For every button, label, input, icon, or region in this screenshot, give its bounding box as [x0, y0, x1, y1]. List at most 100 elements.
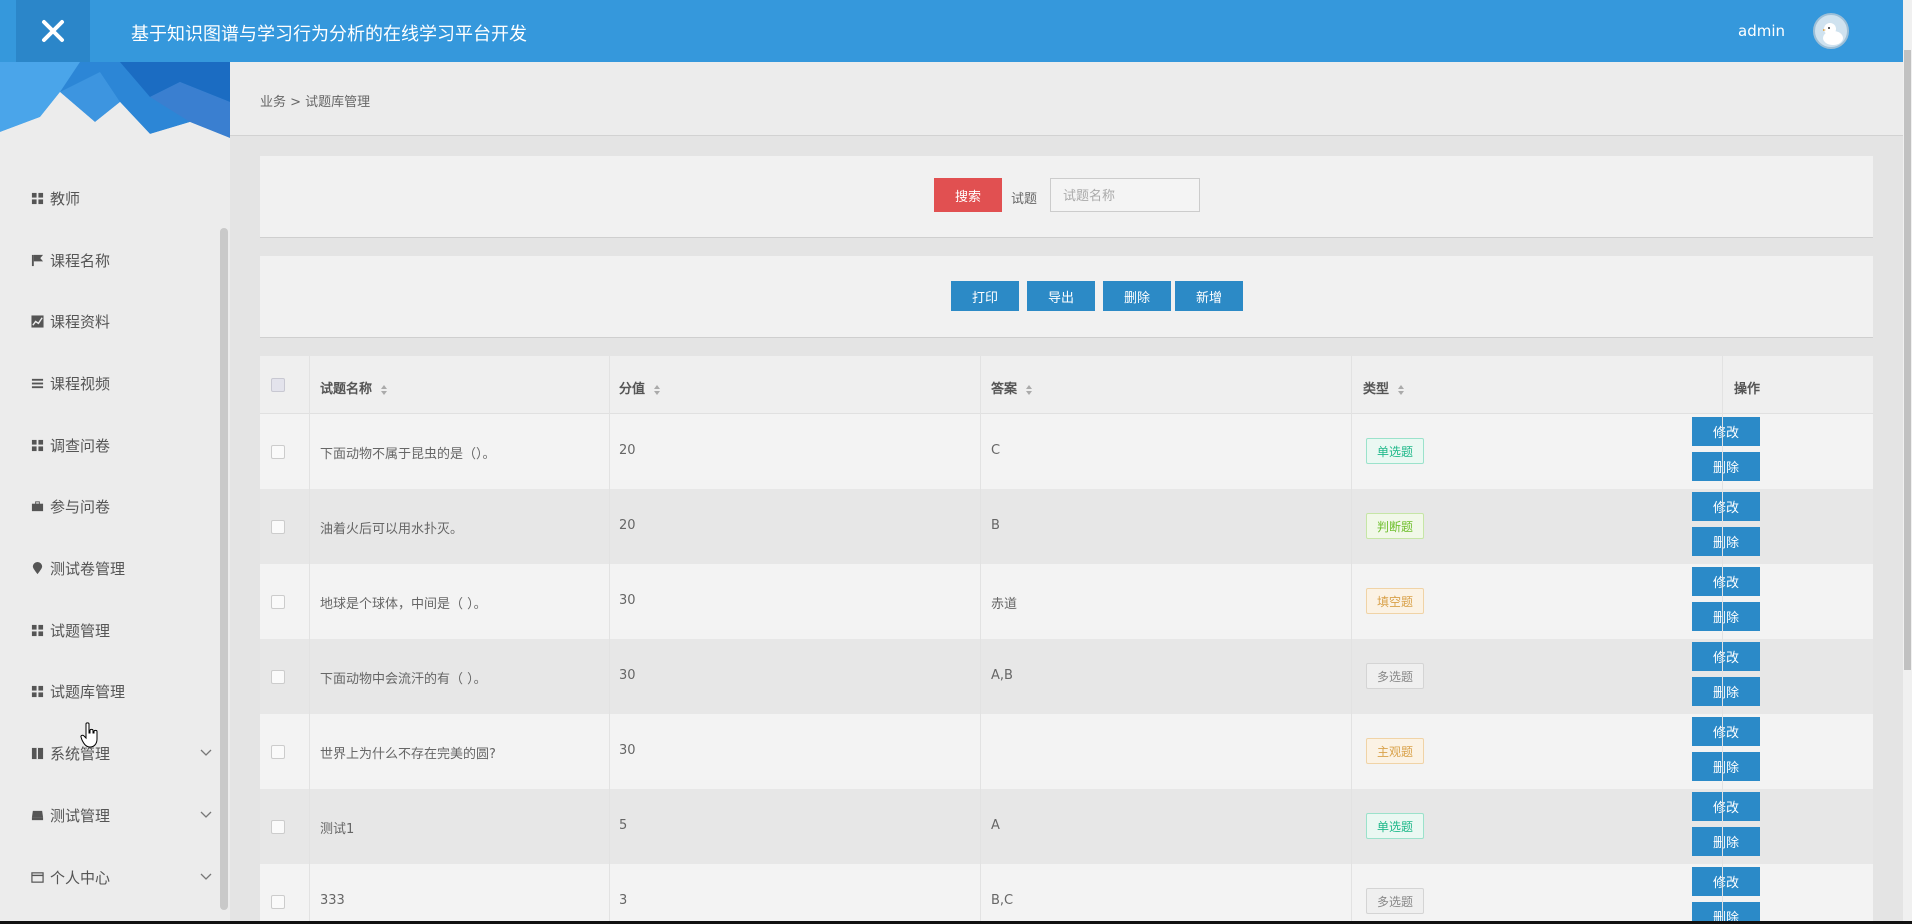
- sidebar-item-label: 调查问卷: [50, 436, 111, 455]
- type-tag: 多选题: [1366, 888, 1425, 914]
- edit-button[interactable]: 修改: [1692, 792, 1760, 821]
- row-delete-button[interactable]: 删除: [1692, 752, 1760, 781]
- select-all-checkbox[interactable]: [271, 378, 285, 392]
- row-checkbox[interactable]: [271, 595, 285, 609]
- answer-cell: A: [991, 818, 1000, 833]
- score-cell: 5: [619, 818, 628, 833]
- table-row[interactable]: 下面动物不属于昆虫的是（）。 20 C 单选题 修改 删除: [260, 414, 1873, 489]
- sidebar-item-course-material[interactable]: 课程资料: [30, 301, 212, 341]
- table-row[interactable]: 油着火后可以用水扑灭。 20 B 判断题 修改 删除: [260, 489, 1873, 564]
- sidebar-banner: [0, 62, 230, 138]
- row-checkbox[interactable]: [271, 670, 285, 684]
- sidebar-item-label: 试题库管理: [50, 682, 126, 701]
- question-name-cell: 油着火后可以用水扑灭。: [320, 522, 464, 537]
- column-divider: [980, 356, 981, 921]
- print-button[interactable]: 打印: [951, 281, 1019, 311]
- sidebar-item-course-video[interactable]: 课程视频: [30, 363, 212, 403]
- row-checkbox[interactable]: [271, 520, 285, 534]
- grid-icon: [30, 623, 44, 637]
- sidebar-item-question[interactable]: 试题管理: [30, 610, 212, 650]
- table-row[interactable]: 世界上为什么不存在完美的圆? 30 主观题 修改 删除: [260, 714, 1873, 789]
- edit-button[interactable]: 修改: [1692, 417, 1760, 446]
- row-checkbox[interactable]: [271, 895, 285, 909]
- column-header-answer[interactable]: 答案: [991, 378, 1033, 397]
- table-row[interactable]: 测试1 5 A 单选题 修改 删除: [260, 789, 1873, 864]
- row-delete-button[interactable]: 删除: [1692, 602, 1760, 631]
- edit-button[interactable]: 修改: [1692, 642, 1760, 671]
- sidebar-item-join-survey[interactable]: 参与问卷: [30, 486, 212, 526]
- page-scrollbar[interactable]: [1903, 0, 1912, 921]
- grid-icon: [30, 684, 44, 698]
- column-header-type[interactable]: 类型: [1363, 378, 1405, 397]
- sidebar-item-survey[interactable]: 调查问卷: [30, 425, 212, 465]
- row-delete-button[interactable]: 删除: [1692, 452, 1760, 481]
- add-button[interactable]: 新增: [1175, 281, 1243, 311]
- type-tag: 单选题: [1366, 438, 1425, 464]
- sidebar-item-question-bank[interactable]: 试题库管理: [30, 671, 212, 711]
- app-window: 基于知识图谱与学习行为分析的在线学习平台开发 admin 教师 课程名称 课程资…: [0, 0, 1903, 921]
- edit-button[interactable]: 修改: [1692, 492, 1760, 521]
- sidebar-item-label: 试题管理: [50, 621, 111, 640]
- search-input[interactable]: [1050, 178, 1200, 212]
- question-name-cell: 世界上为什么不存在完美的圆?: [320, 747, 496, 762]
- answer-cell: B,C: [991, 893, 1014, 908]
- edit-button[interactable]: 修改: [1692, 567, 1760, 596]
- duck-avatar-icon: [1823, 23, 1843, 45]
- close-sidebar-button[interactable]: [16, 0, 90, 62]
- sidebar-scrollbar[interactable]: [220, 228, 228, 910]
- edit-button[interactable]: 修改: [1692, 867, 1760, 896]
- banner-polygon-art: [0, 62, 230, 138]
- chart-icon: [30, 314, 44, 328]
- top-header: 基于知识图谱与学习行为分析的在线学习平台开发 admin: [0, 0, 1903, 62]
- column-header-name[interactable]: 试题名称: [320, 378, 388, 397]
- grid-icon: [30, 191, 44, 205]
- score-cell: 20: [619, 518, 636, 533]
- row-checkbox[interactable]: [271, 820, 285, 834]
- avatar[interactable]: [1813, 13, 1849, 49]
- row-checkbox[interactable]: [271, 445, 285, 459]
- page-scrollbar-thumb[interactable]: [1904, 50, 1911, 670]
- table-row[interactable]: 地球是个球体，中间是（ ）。 30 赤道 填空题 修改 删除: [260, 564, 1873, 639]
- column-header-actions: 操作: [1734, 382, 1761, 397]
- score-cell: 3: [619, 893, 628, 908]
- sidebar-item-label: 课程视频: [50, 374, 111, 393]
- sidebar: 教师 课程名称 课程资料 课程视频 调查问卷 参与问卷 测试卷管理 试题管理 试…: [0, 62, 230, 921]
- edit-button[interactable]: 修改: [1692, 717, 1760, 746]
- table-row[interactable]: 下面动物中会流汗的有（ ）。 30 A,B 多选题 修改 删除: [260, 639, 1873, 714]
- sidebar-item-test-paper[interactable]: 测试卷管理: [30, 548, 212, 588]
- question-name-cell: 下面动物不属于昆虫的是（）。: [320, 447, 496, 462]
- search-panel: 搜索 试题: [260, 156, 1873, 238]
- export-button[interactable]: 导出: [1027, 281, 1095, 311]
- sidebar-item-label: 教师: [50, 189, 81, 208]
- row-checkbox[interactable]: [271, 745, 285, 759]
- answer-cell: A,B: [991, 668, 1013, 683]
- sort-icon: [1398, 384, 1405, 395]
- user-name[interactable]: admin: [1738, 22, 1785, 40]
- type-tag: 填空题: [1366, 588, 1425, 614]
- column-divider: [1351, 356, 1352, 921]
- sidebar-item-teacher[interactable]: 教师: [30, 178, 212, 218]
- column-divider: [1722, 356, 1723, 921]
- question-name-cell: 地球是个球体，中间是（ ）。: [320, 597, 487, 612]
- sidebar-item-course-name[interactable]: 课程名称: [30, 240, 212, 280]
- map-pin-icon: [30, 561, 44, 575]
- chevron-down-icon: [200, 749, 212, 756]
- row-delete-button[interactable]: 删除: [1692, 677, 1760, 706]
- question-name-cell: 333: [320, 893, 345, 908]
- column-header-score[interactable]: 分值: [619, 378, 661, 397]
- sidebar-item-label: 课程资料: [50, 312, 111, 331]
- sidebar-item-test[interactable]: 测试管理: [30, 795, 212, 835]
- row-delete-button[interactable]: 删除: [1692, 827, 1760, 856]
- book-icon: [30, 746, 44, 760]
- delete-button[interactable]: 删除: [1103, 281, 1171, 311]
- id-card-icon: [30, 870, 44, 884]
- question-bank-table: 下面动物不属于昆虫的是（）。 20 C 单选题 修改 删除 油着火后可以用水扑灭…: [260, 356, 1873, 921]
- row-delete-button[interactable]: 删除: [1692, 902, 1760, 921]
- question-name-cell: 下面动物中会流汗的有（ ）。: [320, 672, 487, 687]
- sidebar-item-profile[interactable]: 个人中心: [30, 857, 212, 897]
- score-cell: 30: [619, 593, 636, 608]
- search-button[interactable]: 搜索: [934, 178, 1002, 212]
- sidebar-item-system[interactable]: 系统管理: [30, 733, 212, 773]
- row-delete-button[interactable]: 删除: [1692, 527, 1760, 556]
- table-row[interactable]: 333 3 B,C 多选题 修改 删除: [260, 864, 1873, 921]
